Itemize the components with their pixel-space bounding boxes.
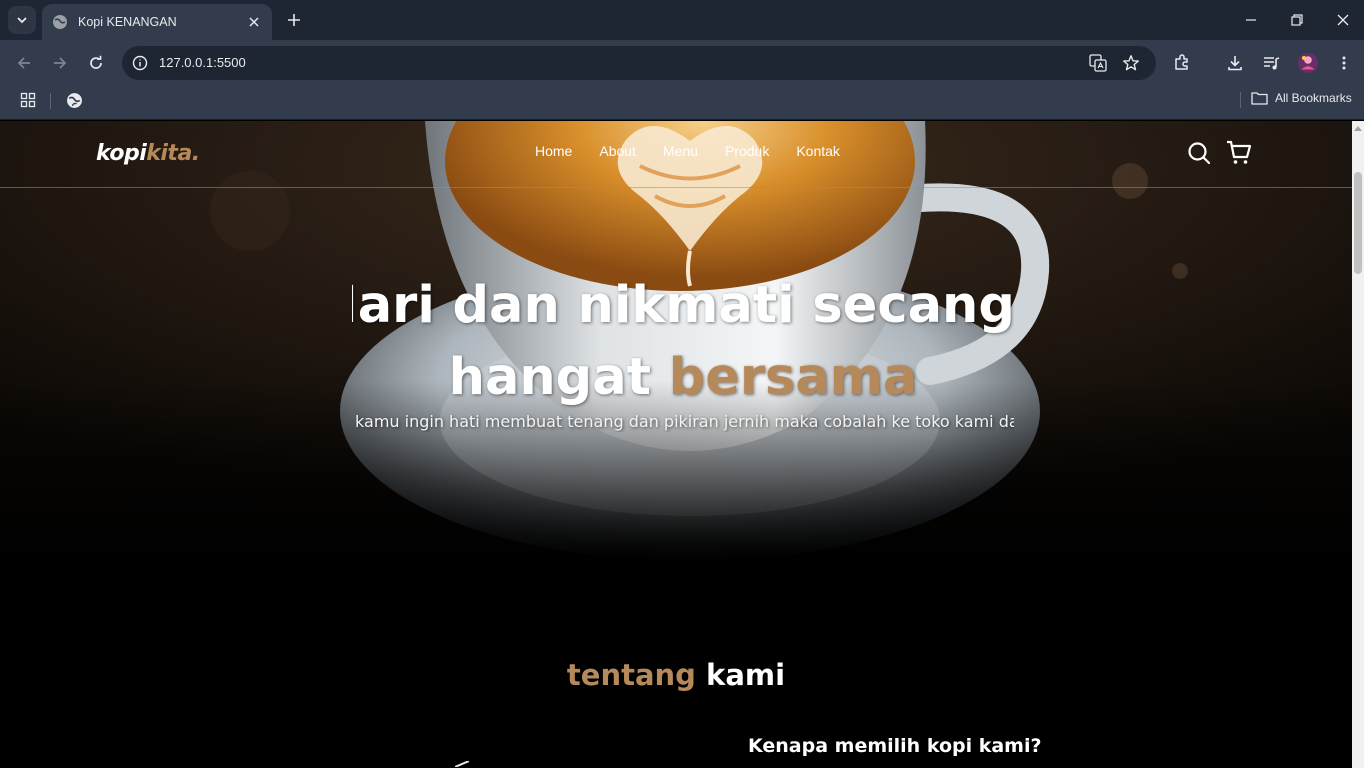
nav-kontak[interactable]: Kontak [796,143,840,159]
scrollbar-thumb[interactable] [1354,172,1362,274]
about-title: tentang kami [0,658,1352,692]
back-button[interactable] [9,48,39,78]
hero-heading-line2: hangat bersama [352,348,1014,408]
globe-icon [53,15,67,29]
bookmark-globe-icon[interactable] [61,87,87,113]
forward-icon [54,57,67,69]
about-subheading: Kenapa memilih kopi kami? [748,735,1042,757]
bookmarks-divider-right [1240,92,1241,108]
translate-icon[interactable] [1088,53,1108,73]
close-tab-icon[interactable] [246,14,262,30]
reload-button[interactable] [81,48,111,78]
hero-subtitle: Jika kamu ingin hati membuat tenang dan … [352,412,1014,431]
folder-icon [1251,92,1268,105]
bookmarks-bar [0,85,1364,120]
hero-heading-line1: Mari dan nikmati secangkir kopi [352,276,1014,335]
hero-heading-accent: bersama [668,348,918,407]
tab-search-button[interactable] [8,6,36,34]
restore-button[interactable] [1274,0,1320,40]
restore-icon [1291,14,1303,26]
url-text[interactable]: 127.0.0.1:5500 [159,55,246,70]
forward-button[interactable] [45,48,75,78]
close-icon [1337,14,1349,26]
download-icon[interactable] [1222,50,1248,76]
site-navbar: kopikita. Home About Menu Produk Kontak [0,121,1352,188]
nav-menu[interactable]: Menu [663,143,698,159]
close-window-button[interactable] [1320,0,1364,40]
profile-avatar[interactable] [1295,50,1321,76]
hero-heading-word: hangat [448,348,651,407]
media-icon[interactable] [1258,50,1284,76]
about-title-accent: tentang [566,658,696,692]
cart-icon[interactable] [1226,140,1252,166]
minimize-icon [1246,19,1256,21]
about-title-rest: kami [706,658,786,692]
nav-about[interactable]: About [599,143,636,159]
active-tab[interactable]: Kopi KENANGAN [42,4,272,40]
nav-produk[interactable]: Produk [725,143,769,159]
extensions-icon[interactable] [1169,50,1195,76]
tab-title: Kopi KENANGAN [78,15,177,29]
about-image-edge [455,761,469,767]
logo-part1: kopi [96,141,147,166]
site-logo[interactable]: kopikita. [96,141,200,166]
plus-icon [288,14,300,26]
reload-icon [90,55,102,69]
main-nav: Home About Menu Produk Kontak [535,143,867,159]
scroll-up-arrow-icon[interactable] [1352,122,1364,134]
all-bookmarks-label: All Bookmarks [1275,91,1352,105]
all-bookmarks-button[interactable]: All Bookmarks [1251,91,1352,105]
site-info-icon[interactable] [130,53,150,73]
logo-part2: kita. [146,141,200,166]
star-icon[interactable] [1121,53,1141,73]
search-icon[interactable] [1186,140,1212,166]
minimize-button[interactable] [1228,0,1274,40]
more-icon[interactable] [1331,50,1357,76]
hero-section: kopikita. Home About Menu Produk Kontak … [0,121,1352,581]
new-tab-button[interactable] [282,8,306,32]
apps-icon[interactable] [15,87,41,113]
nav-home[interactable]: Home [535,143,572,159]
back-icon [17,57,30,69]
hero-content: Mari dan nikmati secangkir kopi hangat b… [352,276,1014,432]
address-bar[interactable]: 127.0.0.1:5500 [122,46,1156,80]
bookmarks-divider [50,93,51,109]
page-viewport: kopikita. Home About Menu Produk Kontak … [0,121,1352,768]
chevron-down-icon [17,17,27,24]
